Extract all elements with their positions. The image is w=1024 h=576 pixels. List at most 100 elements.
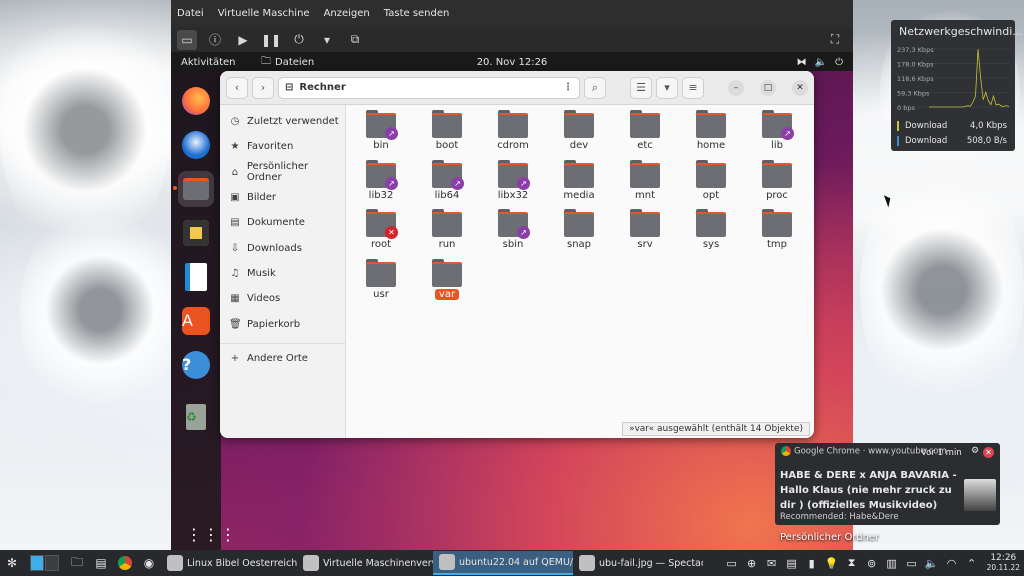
notification-close-icon[interactable]: ✕	[983, 447, 994, 458]
trash-icon[interactable]: ♻	[178, 399, 214, 435]
power-icon[interactable]: ⏻	[289, 30, 309, 50]
display-icon[interactable]: ▭	[723, 557, 741, 570]
snapshot-icon[interactable]: ⧉	[345, 30, 365, 50]
messenger-icon[interactable]: ◉	[137, 552, 161, 574]
folder-item[interactable]: ↗ bin	[350, 107, 412, 155]
folder-item[interactable]: ↗ lib64	[416, 157, 478, 205]
desktop-icon-label[interactable]: Persönlicher Ordner	[780, 532, 879, 543]
network-manager-icon[interactable]: ▭	[903, 557, 921, 570]
forward-button[interactable]: ›	[252, 76, 274, 99]
folder-item[interactable]: snap	[548, 206, 610, 254]
help-icon[interactable]: ?	[178, 347, 214, 383]
menu-taste-senden[interactable]: Taste senden	[384, 8, 450, 19]
sidebar-item-recent[interactable]: ◷ Zuletzt verwendet	[220, 109, 345, 134]
sidebar-item-home[interactable]: ⌂ Persönlicher Ordner	[220, 160, 345, 185]
pause-icon[interactable]: ❚❚	[261, 30, 281, 50]
folder-item[interactable]: boot	[416, 107, 478, 155]
close-button[interactable]: ✕	[792, 79, 808, 96]
menu-virtuelle-maschine[interactable]: Virtuelle Maschine	[218, 8, 310, 19]
folder-item[interactable]: proc	[746, 157, 808, 205]
guest-clock[interactable]: 20. Nov 12:26	[477, 57, 548, 68]
maximize-button[interactable]: □	[760, 79, 776, 96]
notification-popup[interactable]: Google Chrome · www.youtube.com Vor 1 mi…	[775, 443, 1000, 525]
view-options-chevron-icon[interactable]: ▾	[656, 76, 678, 99]
folder-item[interactable]: opt	[680, 157, 742, 205]
show-applications-icon[interactable]: ⋮⋮⋮	[186, 525, 237, 544]
taskbar-task[interactable]: Virtuelle Maschinenverwal...	[297, 551, 433, 575]
folder-item[interactable]: mnt	[614, 157, 676, 205]
mail-icon[interactable]: ✉	[763, 557, 781, 570]
sidebar-item-other-locations[interactable]: + Andere Orte	[220, 346, 345, 371]
folder-item[interactable]: tmp	[746, 206, 808, 254]
taskbar-task[interactable]: ubuntu22.04 auf QEMU/K...	[433, 551, 573, 575]
power-menu-chevron-icon[interactable]: ▾	[317, 30, 337, 50]
folder-item[interactable]: ↗ sbin	[482, 206, 544, 254]
folder-item[interactable]: ↗ lib	[746, 107, 808, 155]
folder-item[interactable]: usr	[350, 256, 412, 304]
wifi-icon[interactable]: ◠	[943, 557, 961, 570]
folder-item[interactable]: ↗ lib32	[350, 157, 412, 205]
kde-connect-icon[interactable]: ▮	[803, 557, 821, 570]
virtual-desktop-pager[interactable]	[30, 555, 59, 571]
libreoffice-writer-icon[interactable]	[178, 259, 214, 295]
view-list-button[interactable]: ☰	[630, 76, 652, 99]
folder-item[interactable]: ✕ root	[350, 206, 412, 254]
fullscreen-icon[interactable]: ⛶	[825, 30, 845, 50]
firefox-icon[interactable]	[178, 83, 214, 119]
app-launcher-icon[interactable]: ✻	[0, 552, 24, 574]
chrome-icon[interactable]	[113, 552, 137, 574]
sidebar-item-videos[interactable]: ▦ Videos	[220, 286, 345, 311]
folder-item[interactable]: cdrom	[482, 107, 544, 155]
software-center-icon[interactable]: A	[178, 303, 214, 339]
sidebar-item-music[interactable]: ♫ Musik	[220, 261, 345, 286]
clipboard-icon[interactable]: ▤	[783, 557, 801, 570]
menu-datei[interactable]: Datei	[177, 8, 204, 19]
sidebar-item-starred[interactable]: ★ Favoriten	[220, 134, 345, 159]
path-menu-icon[interactable]: ⋮	[563, 82, 573, 93]
dolphin-icon[interactable]: 🗀	[65, 552, 89, 574]
folder-item[interactable]: sys	[680, 206, 742, 254]
folder-item[interactable]: media	[548, 157, 610, 205]
sidebar-item-documents[interactable]: ▤ Dokumente	[220, 210, 345, 235]
thunderbird-icon[interactable]	[178, 127, 214, 163]
back-button[interactable]: ‹	[226, 76, 248, 99]
folder-item[interactable]: var	[416, 256, 478, 304]
console-view-icon[interactable]: ▭	[177, 29, 197, 50]
folder-item[interactable]: dev	[548, 107, 610, 155]
folder-item[interactable]: home	[680, 107, 742, 155]
path-bar[interactable]: ⊟ Rechner ⋮	[278, 76, 580, 99]
taskbar-task[interactable]: Linux Bibel Oesterreich - ...	[161, 551, 297, 575]
bulb-icon[interactable]: 💡	[823, 557, 841, 570]
folder-item[interactable]: ↗ libx32	[482, 157, 544, 205]
updates-icon[interactable]: ⧗	[843, 556, 861, 570]
disk-icon[interactable]: ⊚	[863, 557, 881, 570]
activities-button[interactable]: Aktivitäten	[181, 57, 261, 68]
guest-system-tray[interactable]: ⧓ 🔈 ⏻	[797, 57, 843, 68]
folder-item[interactable]: run	[416, 206, 478, 254]
tray-expand-chevron-icon[interactable]: ⌃	[963, 557, 981, 570]
volume-icon[interactable]: 🔈	[923, 557, 941, 570]
notification-settings-icon[interactable]: ⚙	[971, 446, 979, 456]
menu-anzeigen[interactable]: Anzeigen	[324, 8, 370, 19]
taskbar-task[interactable]: ubu-fail.jpg — Spectacle	[573, 551, 703, 575]
rhythmbox-icon[interactable]	[178, 215, 214, 251]
search-button[interactable]: ⌕	[584, 76, 606, 99]
network-speed-widget[interactable]: Netzwerkgeschwindi... 237,3 Kbps 178,0 Kb…	[891, 20, 1023, 151]
guest-display[interactable]: Aktivitäten 🗀 Dateien 20. Nov 12:26 ⧓ 🔈 …	[171, 53, 853, 550]
vpn-icon[interactable]: ⊕	[743, 557, 761, 570]
minimize-button[interactable]: –	[728, 79, 744, 96]
details-view-icon[interactable]: ⓘ	[205, 30, 225, 50]
sidebar-item-downloads[interactable]: ⇩ Downloads	[220, 235, 345, 260]
folder-item[interactable]: etc	[614, 107, 676, 155]
folder-icon	[762, 159, 792, 188]
main-menu-button[interactable]: ≡	[682, 76, 704, 99]
sidebar-item-pictures[interactable]: ▣ Bilder	[220, 185, 345, 210]
file-manager-icon[interactable]: ▤	[89, 552, 113, 574]
app-menu[interactable]: 🗀 Dateien	[261, 54, 314, 71]
sidebar-item-trash[interactable]: 🗑 Papierkorb	[220, 311, 345, 336]
files-icon[interactable]	[178, 171, 214, 207]
clock[interactable]: 12:26 20.11.22	[983, 553, 1024, 573]
notes-icon[interactable]: ▥	[883, 557, 901, 570]
run-icon[interactable]: ▶	[233, 30, 253, 50]
folder-item[interactable]: srv	[614, 206, 676, 254]
